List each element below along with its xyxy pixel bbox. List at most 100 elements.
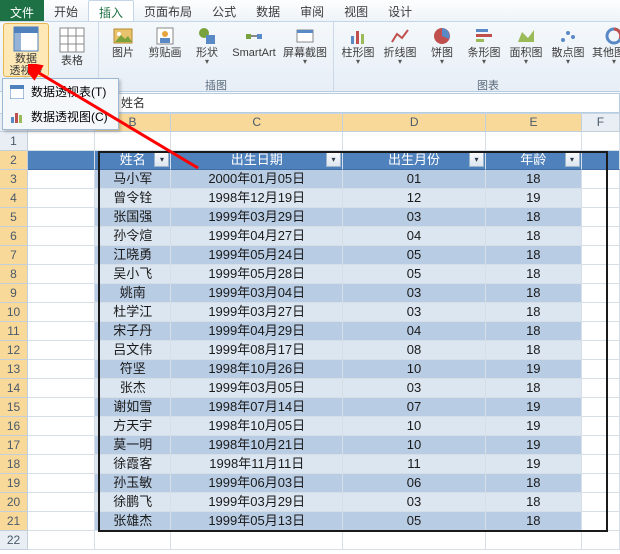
cell[interactable]: 06	[343, 474, 486, 493]
cell[interactable]	[582, 189, 620, 208]
cell[interactable]	[486, 132, 582, 151]
cell[interactable]	[28, 417, 95, 436]
tab-page-layout[interactable]: 页面布局	[134, 0, 202, 21]
row-header-1[interactable]: 1	[0, 132, 27, 151]
cell[interactable]: 1998年12月19日	[171, 189, 343, 208]
cell[interactable]	[28, 360, 95, 379]
cell[interactable]: 2000年01月05日	[171, 170, 343, 189]
cell[interactable]	[343, 531, 486, 550]
cell[interactable]: 18	[486, 246, 582, 265]
cell[interactable]: 张国强	[95, 208, 171, 227]
row-header-11[interactable]: 11	[0, 322, 27, 341]
cell[interactable]: 07	[343, 398, 486, 417]
row-header-14[interactable]: 14	[0, 379, 27, 398]
cell[interactable]: 徐霞客	[95, 455, 171, 474]
cell[interactable]: 1999年03月29日	[171, 208, 343, 227]
cell[interactable]: 08	[343, 341, 486, 360]
row-header-3[interactable]: 3	[0, 170, 27, 189]
cell[interactable]: 莫一明	[95, 436, 171, 455]
cell[interactable]: 符坚	[95, 360, 171, 379]
cell[interactable]	[582, 417, 620, 436]
cell[interactable]: 1999年03月05日	[171, 379, 343, 398]
cell[interactable]	[28, 455, 95, 474]
cell[interactable]	[28, 341, 95, 360]
cell[interactable]: 年龄▾	[486, 151, 582, 170]
row-header-6[interactable]: 6	[0, 227, 27, 246]
cell[interactable]	[95, 531, 171, 550]
cell[interactable]	[582, 227, 620, 246]
row-header-16[interactable]: 16	[0, 417, 27, 436]
tab-review[interactable]: 审阅	[290, 0, 334, 21]
cell[interactable]: 01	[343, 170, 486, 189]
menu-item-pivot-table[interactable]: 数据透视表(T)	[3, 79, 118, 104]
cell[interactable]: 18	[486, 322, 582, 341]
col-header-C[interactable]: C	[171, 114, 343, 131]
cell[interactable]: 11	[343, 455, 486, 474]
cell[interactable]: 18	[486, 512, 582, 531]
cell[interactable]: 1998年07月14日	[171, 398, 343, 417]
col-header-E[interactable]: E	[486, 114, 581, 131]
cell[interactable]: 1998年10月26日	[171, 360, 343, 379]
row-header-9[interactable]: 9	[0, 284, 27, 303]
cell[interactable]	[171, 132, 343, 151]
cell[interactable]	[28, 170, 95, 189]
shapes-button[interactable]: 形状▾	[187, 24, 227, 76]
cell[interactable]	[582, 246, 620, 265]
row-header-5[interactable]: 5	[0, 208, 27, 227]
cell[interactable]	[582, 170, 620, 189]
picture-button[interactable]: 图片	[103, 24, 143, 76]
cell[interactable]	[582, 265, 620, 284]
cell[interactable]: 出生月份▾	[343, 151, 486, 170]
cell[interactable]: 19	[486, 360, 582, 379]
cell[interactable]: 姓名▾	[95, 151, 171, 170]
cell[interactable]: 03	[343, 379, 486, 398]
cell[interactable]	[582, 455, 620, 474]
cell[interactable]	[343, 132, 486, 151]
formula-bar[interactable]: 姓名	[116, 93, 620, 113]
cell[interactable]: 方天宇	[95, 417, 171, 436]
grid[interactable]: 姓名▾出生日期▾出生月份▾年龄▾马小军2000年01月05日0118曾令铨199…	[28, 132, 620, 550]
bar-chart-button[interactable]: 条形图▾	[464, 24, 504, 76]
cell[interactable]: 03	[343, 303, 486, 322]
cell[interactable]: 1999年06月03日	[171, 474, 343, 493]
cell[interactable]: 吕文伟	[95, 341, 171, 360]
cell[interactable]: 江晓勇	[95, 246, 171, 265]
cell[interactable]: 18	[486, 265, 582, 284]
cell[interactable]: 出生日期▾	[171, 151, 343, 170]
pie-chart-button[interactable]: 饼图▾	[422, 24, 462, 76]
tab-data[interactable]: 数据	[246, 0, 290, 21]
cell[interactable]	[582, 151, 620, 170]
area-chart-button[interactable]: 面积图▾	[506, 24, 546, 76]
row-header-18[interactable]: 18	[0, 455, 27, 474]
cell[interactable]: 03	[343, 208, 486, 227]
cell[interactable]: 03	[343, 284, 486, 303]
cell[interactable]: 1999年04月27日	[171, 227, 343, 246]
row-header-17[interactable]: 17	[0, 436, 27, 455]
other-charts-button[interactable]: 其他图表▾	[590, 24, 620, 76]
cell[interactable]	[28, 322, 95, 341]
tab-formulas[interactable]: 公式	[202, 0, 246, 21]
cell[interactable]: 10	[343, 417, 486, 436]
cell[interactable]	[28, 531, 95, 550]
filter-button[interactable]: ▾	[154, 152, 169, 167]
menu-item-pivot-chart[interactable]: 数据透视图(C)	[3, 104, 118, 129]
cell[interactable]: 18	[486, 379, 582, 398]
cell[interactable]: 18	[486, 474, 582, 493]
cell[interactable]: 宋子丹	[95, 322, 171, 341]
cell[interactable]	[28, 189, 95, 208]
cell[interactable]: 马小军	[95, 170, 171, 189]
cell[interactable]: 10	[343, 436, 486, 455]
cell[interactable]: 1998年10月05日	[171, 417, 343, 436]
cell[interactable]: 1999年03月29日	[171, 493, 343, 512]
cell[interactable]: 1999年08月17日	[171, 341, 343, 360]
filter-button[interactable]: ▾	[469, 152, 484, 167]
cell[interactable]: 19	[486, 398, 582, 417]
row-header-19[interactable]: 19	[0, 474, 27, 493]
cell[interactable]	[582, 303, 620, 322]
row-header-4[interactable]: 4	[0, 189, 27, 208]
cell[interactable]: 1999年05月28日	[171, 265, 343, 284]
cell[interactable]: 05	[343, 246, 486, 265]
row-header-22[interactable]: 22	[0, 531, 27, 550]
cell[interactable]	[582, 398, 620, 417]
cell[interactable]: 1999年04月29日	[171, 322, 343, 341]
